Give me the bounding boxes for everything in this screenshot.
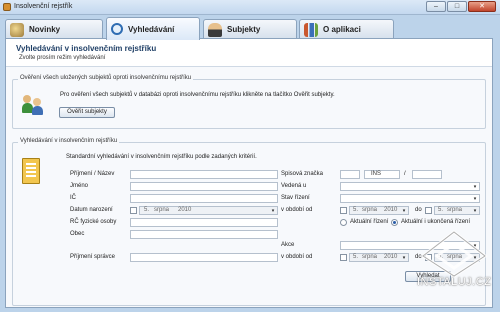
- app-icon: [3, 3, 11, 11]
- label-name: Příjmení / Název: [70, 171, 115, 177]
- document-icon: [22, 158, 40, 184]
- tab-label: Novinky: [29, 25, 61, 34]
- label-admin: Příjmení správce: [70, 254, 116, 260]
- watermark: INSTALUJ.CZ: [415, 228, 493, 294]
- birth-date-picker[interactable]: 5. srpna 2010 ▾: [139, 206, 278, 215]
- watermark-logo-icon: [420, 230, 488, 278]
- label-ic: IČ: [70, 195, 76, 201]
- page-title: Vyhledávání v insolvenčním rejstříku: [16, 44, 157, 53]
- label-first-name: Jméno: [70, 183, 89, 189]
- tab-o-aplikaci[interactable]: O aplikaci: [299, 19, 394, 39]
- tab-label: Vyhledávání: [128, 24, 175, 34]
- status-select[interactable]: ▾: [340, 194, 480, 203]
- panel-header: Vyhledávání v insolvenčním rejstříku Zvo…: [6, 39, 492, 67]
- verify-group: Ověření všech uložených subjektů oproti …: [12, 75, 486, 129]
- person-icon: [208, 22, 222, 37]
- chevron-down-icon: ▾: [271, 208, 275, 214]
- window-controls: – □ ✕: [426, 1, 496, 12]
- label-spis: Spisová značka: [281, 171, 324, 177]
- chevron-down-icon: ▾: [473, 184, 477, 190]
- label-stav: Stav řízení: [281, 195, 310, 201]
- maximize-button[interactable]: □: [447, 1, 467, 12]
- period-from-2-checkbox[interactable]: [340, 254, 347, 261]
- first-name-input[interactable]: [130, 182, 278, 191]
- close-button[interactable]: ✕: [468, 1, 496, 12]
- tab-label: Subjekty: [227, 25, 261, 34]
- ic-input[interactable]: [130, 194, 278, 203]
- watermark-text: INSTALUJ.CZ: [417, 276, 492, 288]
- verify-subjects-button[interactable]: Ověřit subjekty: [59, 107, 115, 118]
- label-rc: RČ fyzické osoby: [70, 219, 117, 225]
- chevron-down-icon: ▾: [402, 208, 406, 214]
- chevron-down-icon: ▾: [473, 208, 477, 214]
- name-input[interactable]: [130, 170, 278, 179]
- radio-current[interactable]: [340, 219, 347, 226]
- radio-current-label: Aktuální řízení: [350, 219, 389, 225]
- radio-current-and-closed-label: Aktuální i ukončená řízení: [401, 219, 471, 225]
- search-intro: Standardní vyhledávání v insolvenčním re…: [66, 154, 257, 160]
- chevron-down-icon: ▾: [473, 196, 477, 202]
- window-title: Insolvenční rejstřík: [14, 3, 73, 10]
- people-icon: [22, 93, 44, 115]
- spis-senate-input[interactable]: [340, 170, 360, 179]
- period-to-1-picker[interactable]: 5. srpna ▾: [434, 206, 480, 215]
- period-from-1-picker[interactable]: 5. srpna 2010 ▾: [349, 206, 409, 215]
- period-from-2-picker[interactable]: 5. srpna 2010 ▾: [349, 253, 409, 262]
- magnifier-icon: [111, 23, 123, 35]
- label-vedena: Vedená u: [281, 183, 307, 189]
- radio-current-and-closed[interactable]: [391, 219, 398, 226]
- admin-input[interactable]: [130, 253, 278, 262]
- tab-bar: Novinky Vyhledávání Subjekty O aplikaci: [0, 15, 500, 40]
- label-birth-date: Datum narození: [70, 207, 113, 213]
- verify-legend: Ověření všech uložených subjektů oproti …: [18, 75, 194, 81]
- verify-text: Pro ověření všech subjektů v databázi op…: [60, 92, 335, 98]
- label-akce: Akce: [281, 242, 295, 248]
- tab-novinky[interactable]: Novinky: [5, 19, 103, 39]
- label-period-2: v období od: [281, 254, 313, 260]
- period-to-1-checkbox[interactable]: [425, 207, 432, 214]
- news-globe-icon: [10, 22, 24, 37]
- title-bar: Insolvenční rejstřík – □ ✕: [0, 0, 500, 15]
- court-select[interactable]: ▾: [340, 182, 480, 191]
- label-city: Obec: [70, 231, 85, 237]
- chevron-down-icon: ▾: [402, 255, 406, 261]
- tab-label: O aplikaci: [323, 25, 361, 34]
- spis-separator: /: [404, 171, 406, 177]
- label-period-1: v období od: [281, 207, 313, 213]
- spis-year-input[interactable]: [412, 170, 442, 179]
- search-legend: Vyhledávání v insolvenčním rejstříku: [18, 138, 120, 144]
- city-input[interactable]: [130, 230, 278, 239]
- tab-subjekty[interactable]: Subjekty: [203, 19, 297, 39]
- rc-input[interactable]: [130, 218, 278, 227]
- page-subtitle: Zvolte prosím režim vyhledávání: [19, 55, 106, 61]
- spis-ins-input[interactable]: INS: [364, 170, 400, 179]
- label-do-1: do: [415, 207, 422, 213]
- period-from-1-checkbox[interactable]: [340, 207, 347, 214]
- chart-icon: [304, 22, 318, 37]
- birth-date-checkbox[interactable]: [130, 207, 137, 214]
- tab-vyhledavani[interactable]: Vyhledávání: [106, 17, 200, 40]
- minimize-button[interactable]: –: [426, 1, 446, 12]
